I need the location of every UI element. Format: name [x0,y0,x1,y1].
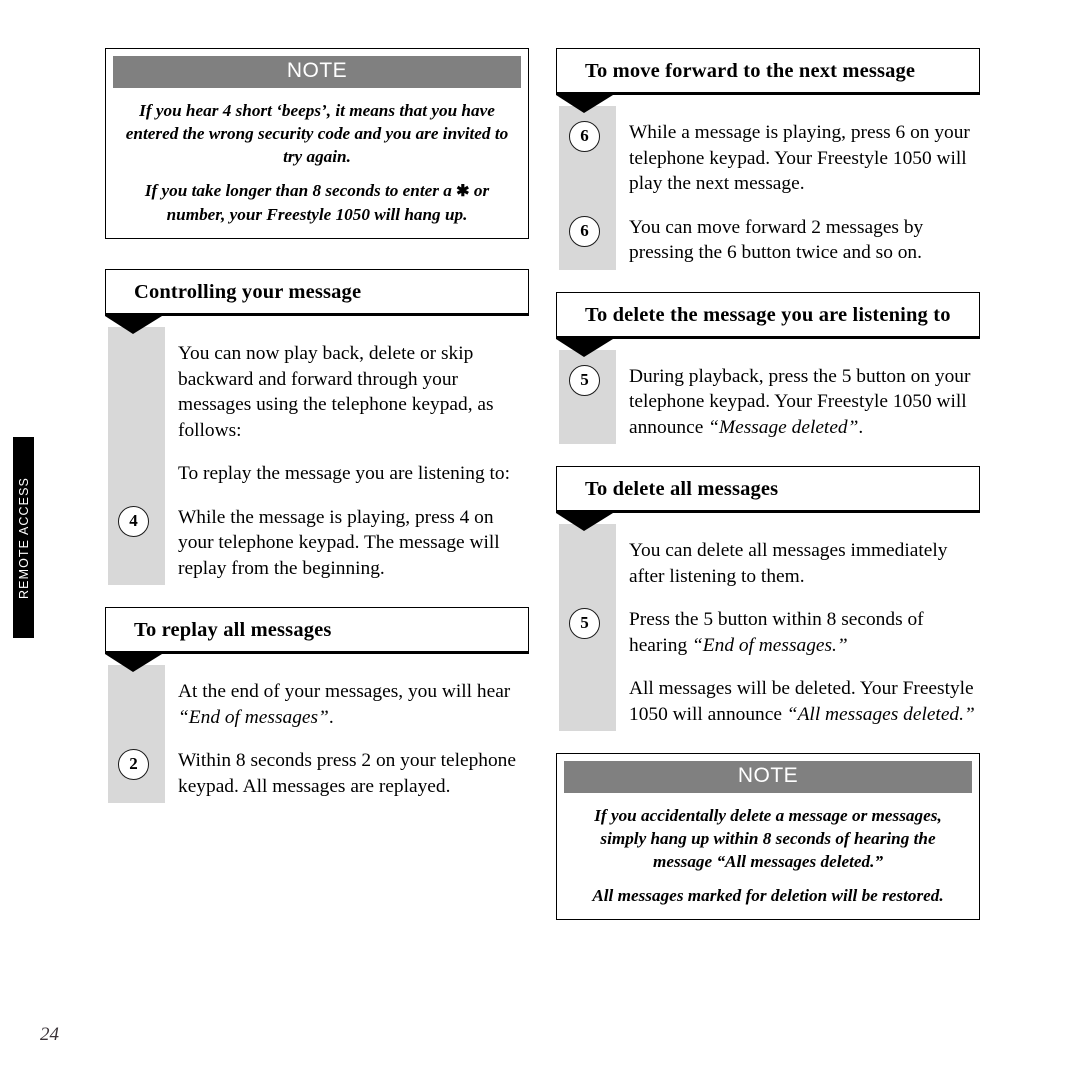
section-to-delete-current-message: To delete the message you are listening … [556,291,980,444]
section-header: Controlling your message [105,269,529,314]
keypad-badge-5: 5 [569,608,600,639]
section-to-delete-all-messages: To delete all messages You can delete al… [556,466,980,731]
section-body: At the end of your messages, you will he… [105,665,529,803]
step-text: All messages will be deleted. Your Frees… [629,676,980,727]
section-to-replay-all-messages: To replay all messages At the end of you… [105,607,529,803]
step-text: While a message is playing, press 6 on y… [629,122,970,194]
step-marker: 5 [556,364,629,396]
section-controlling-your-message: Controlling your message You can now pla… [105,269,529,585]
step-marker: 6 [556,215,629,247]
list-item: You can now play back, delete or skip ba… [105,341,529,443]
list-item: To replay the message you are listening … [105,461,529,487]
note-box-top: NOTE If you hear 4 short ‘beeps’, it mea… [105,48,529,239]
list-item: 6 While a message is playing, press 6 on… [556,120,980,197]
note-paragraph: If you accidentally delete a message or … [594,806,942,871]
section-header: To delete the message you are listening … [556,291,980,337]
section-header-tail [105,313,529,335]
step-marker: 4 [105,505,178,537]
keypad-badge-4: 4 [118,505,149,537]
step-list: You can now play back, delete or skip ba… [105,341,529,581]
note-heading: NOTE [113,56,521,88]
step-list: At the end of your messages, you will he… [105,679,529,799]
keypad-badge-5: 5 [569,364,600,396]
note-paragraph-part: If you take longer than 8 seconds to ent… [144,181,457,200]
list-item: 5 During playback, press the 5 button on… [556,364,980,441]
side-tab-label: REMOTE ACCESS [16,476,31,599]
note-paragraph: If you hear 4 short ‘beeps’, it means th… [125,101,509,166]
side-tab-remote-access: REMOTE ACCESS [13,437,34,638]
step-text-part: At the end of your messages, you will he… [178,681,511,702]
step-text-quote: “All messages deleted.” [786,703,975,725]
step-text-part: . [858,416,864,438]
list-item: All messages will be deleted. Your Frees… [556,676,980,727]
step-marker [105,461,178,462]
step-text: Within 8 seconds press 2 on your telepho… [178,750,516,797]
section-header-tail [556,335,980,358]
keypad-badge-2: 2 [118,749,149,780]
note-box-bottom: NOTE If you accidentally delete a messag… [556,753,980,920]
section-header: To move forward to the next message [556,48,980,93]
section-title: To replay all messages [134,619,332,641]
step-text: Press the 5 button within 8 seconds of h… [629,607,980,658]
step-text: At the end of your messages, you will he… [178,679,529,730]
step-marker [556,676,629,677]
step-text-quote: “End of messages.” [692,634,848,656]
step-text-quote: “End of messages” [178,706,329,728]
step-text: You can move forward 2 messages by press… [629,216,924,264]
section-header: To delete all messages [556,466,980,511]
step-marker: 5 [556,607,629,639]
section-header: To replay all messages [105,607,529,652]
section-body: 6 While a message is playing, press 6 on… [556,106,980,270]
step-text: During playback, press the 5 button on y… [629,364,980,441]
step-marker [105,679,178,680]
section-body: 5 During playback, press the 5 button on… [556,349,980,444]
step-text: While the message is playing, press 4 on… [178,506,500,579]
step-list: You can delete all messages immediately … [556,538,980,727]
section-title: Controlling your message [134,281,362,303]
step-list: 6 While a message is playing, press 6 on… [556,120,980,266]
section-body: You can delete all messages immediately … [556,524,980,731]
list-item: 6 You can move forward 2 messages by pre… [556,215,980,266]
note-paragraph: All messages marked for deletion will be… [592,886,944,905]
right-column: To move forward to the next message 6 Wh… [556,48,980,950]
step-marker [556,538,629,539]
step-marker: 6 [556,120,629,152]
step-text: You can delete all messages immediately … [629,540,948,587]
list-item: 4 While the message is playing, press 4 … [105,505,529,582]
step-text: You can now play back, delete or skip ba… [178,343,494,441]
note-heading: NOTE [564,761,972,793]
section-title: To move forward to the next message [585,60,916,82]
list-item: At the end of your messages, you will he… [105,679,529,730]
left-column: NOTE If you hear 4 short ‘beeps’, it mea… [105,48,529,825]
section-header-tail [556,92,980,114]
list-item: You can delete all messages immediately … [556,538,980,589]
section-to-move-forward: To move forward to the next message 6 Wh… [556,48,980,270]
section-title: To delete the message you are listening … [585,303,951,326]
section-header-tail [556,510,980,532]
asterisk-icon: ✱ [456,183,470,200]
section-header-tail [105,651,529,673]
keypad-badge-6: 6 [569,121,600,152]
step-marker: 2 [105,748,178,780]
note-paragraph: If you take longer than 8 seconds to ent… [123,179,511,226]
page-number: 24 [40,1024,59,1045]
step-text-part: . [328,706,334,728]
section-title: To delete all messages [585,478,779,500]
keypad-badge-6: 6 [569,215,600,247]
step-list: 5 During playback, press the 5 button on… [556,364,980,441]
step-text-quote: “Message deleted” [708,416,859,438]
section-body: You can now play back, delete or skip ba… [105,327,529,585]
step-text: To replay the message you are listening … [178,463,510,484]
list-item: 2 Within 8 seconds press 2 on your telep… [105,748,529,799]
list-item: 5 Press the 5 button within 8 seconds of… [556,607,980,658]
step-marker [105,341,178,342]
